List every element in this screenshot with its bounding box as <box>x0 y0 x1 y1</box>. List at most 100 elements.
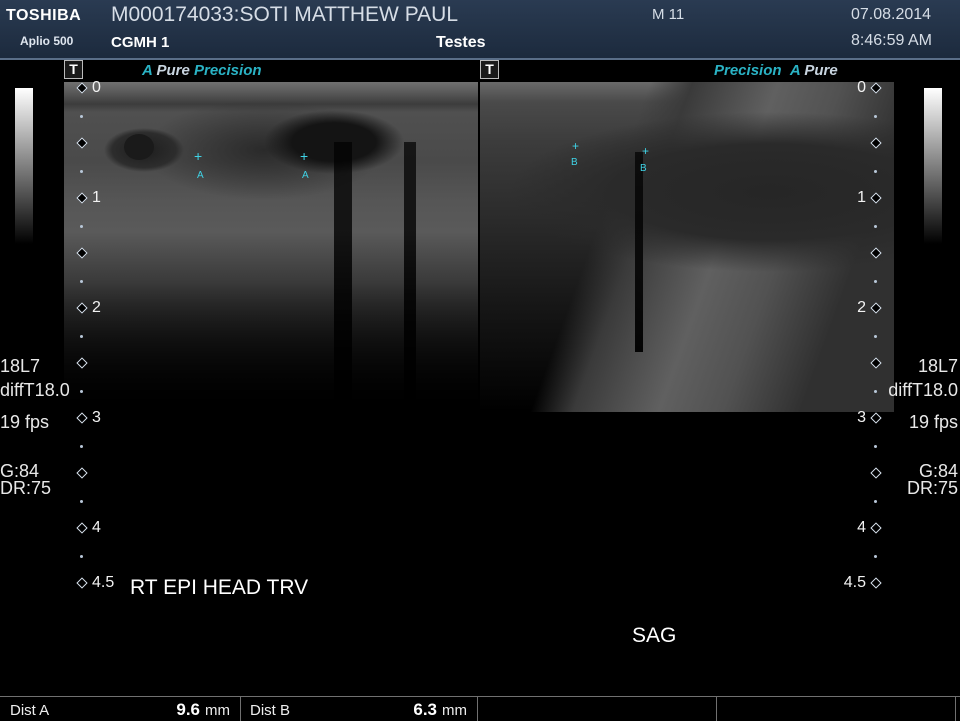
brand-logo: TOSHIBA <box>6 7 82 24</box>
right-precision-a: A <box>789 62 801 79</box>
measurement-cell: Dist A 9.6 mm <box>0 697 241 721</box>
scale-tick-minor <box>80 114 83 118</box>
scale-tick-major <box>870 137 882 149</box>
scale-tick-major <box>76 412 88 424</box>
cyst-region <box>124 134 154 160</box>
measurement-cell-empty <box>716 697 956 721</box>
right-probe-label: 18L7 <box>917 356 958 376</box>
scale-tick-major <box>76 137 88 149</box>
acoustic-shadow <box>334 142 352 412</box>
scale-tick-minor <box>80 499 83 503</box>
scale-tick-major <box>76 357 88 369</box>
scale-label: 1 <box>92 189 101 206</box>
left-precision-a: A <box>142 62 153 79</box>
scale-tick-major <box>870 247 882 259</box>
scale-tick-major <box>76 522 88 534</box>
left-precision-tag: A Pure Precision <box>142 62 262 79</box>
scale-tick-major <box>870 412 882 424</box>
scale-tick-major <box>870 302 882 314</box>
measurement-cell-empty <box>477 697 717 721</box>
caliper-a-end-label: A <box>302 170 309 181</box>
right-depth-scale: 0 1 2 3 4 4.5 <box>844 80 900 592</box>
scale-tick-major <box>870 192 882 204</box>
right-ultrasound-image <box>480 82 894 412</box>
patient-id: M000174033:SOTI MATTHEW PAUL <box>111 3 459 26</box>
caliper-b-start-label: B <box>571 157 578 168</box>
exam-date: 07.08.2014 <box>851 6 932 23</box>
right-precision-word: Precision <box>714 62 782 79</box>
measurement-value: 6.3 <box>413 700 437 719</box>
scale-tick-minor <box>874 444 877 448</box>
right-grayscale-bar <box>924 88 942 244</box>
scale-tick-minor <box>80 279 83 283</box>
scale-tick-minor <box>80 389 83 393</box>
facility-name: CGMH 1 <box>111 34 170 51</box>
caliper-b-start-icon[interactable]: + <box>572 139 579 153</box>
scale-label: 4.5 <box>843 574 866 591</box>
scale-tick-minor <box>874 389 877 393</box>
measurement-bar: Dist A 9.6 mm Dist B 6.3 mm <box>0 696 960 721</box>
left-ultrasound-image <box>64 82 478 412</box>
left-mode-label: diffT18.0 <box>0 380 70 400</box>
scale-tick-minor <box>874 334 877 338</box>
header-bar: TOSHIBA Aplio 500 M000174033:SOTI MATTHE… <box>0 0 960 60</box>
acoustic-shadow <box>635 152 643 352</box>
scale-tick-major <box>870 357 882 369</box>
right-dr-label: DR:75 <box>906 478 958 498</box>
scale-label: 3 <box>857 409 866 426</box>
scale-label: 4 <box>92 519 101 536</box>
right-precision-pure: Pure <box>804 62 838 79</box>
scale-tick-minor <box>80 334 83 338</box>
scale-label: 0 <box>857 79 866 96</box>
scale-tick-minor <box>874 554 877 558</box>
right-precision-tag: Precision A Pure <box>714 62 838 79</box>
right-fps-label: 19 fps <box>908 412 958 432</box>
left-precision-pure: Pure <box>156 62 190 79</box>
scale-tick-major <box>870 467 882 479</box>
scale-tick-minor <box>80 554 83 558</box>
scale-label: 2 <box>92 299 101 316</box>
caliper-b-end-icon[interactable]: + <box>642 144 649 158</box>
caliper-a-end-icon[interactable]: + <box>300 149 308 163</box>
measurement-label: Dist A <box>10 702 50 719</box>
scale-tick-minor <box>80 169 83 173</box>
scale-tick-minor <box>874 279 877 283</box>
exam-time: 8:46:59 AM <box>851 32 932 49</box>
scale-label: 4.5 <box>92 574 115 591</box>
device-model: Aplio 500 <box>20 34 74 48</box>
measurement-cell: Dist B 6.3 mm <box>240 697 478 721</box>
scale-label: 1 <box>857 189 866 206</box>
left-annotation: RT EPI HEAD TRV <box>130 576 309 599</box>
scale-tick-major <box>870 522 882 534</box>
study-type: Testes <box>436 34 486 51</box>
left-transducer-badge: T <box>64 60 83 79</box>
acoustic-shadow <box>404 142 416 412</box>
mechanical-index: M 11 <box>652 6 685 23</box>
scale-tick-minor <box>80 444 83 448</box>
scale-tick-major <box>76 82 88 94</box>
scale-tick-minor <box>874 224 877 228</box>
measurement-label: Dist B <box>250 702 291 719</box>
left-fps-label: 19 fps <box>0 412 50 432</box>
scale-tick-major <box>76 302 88 314</box>
right-annotation: SAG <box>632 624 677 647</box>
scale-tick-minor <box>80 224 83 228</box>
scale-tick-major <box>870 82 882 94</box>
caliper-a-start-label: A <box>197 170 204 181</box>
measurement-value: 9.6 <box>176 700 200 719</box>
caliper-a-start-icon[interactable]: + <box>194 149 202 163</box>
scale-label: 4 <box>857 519 866 536</box>
scale-tick-minor <box>874 499 877 503</box>
scale-tick-major <box>76 467 88 479</box>
scale-label: 2 <box>857 299 866 316</box>
scale-label: 3 <box>92 409 101 426</box>
scale-tick-major <box>76 247 88 259</box>
right-transducer-badge: T <box>480 60 499 79</box>
measurement-unit: mm <box>442 702 467 719</box>
left-dr-label: DR:75 <box>0 478 52 498</box>
left-precision-word: Precision <box>193 62 262 79</box>
scale-label: 0 <box>92 79 101 96</box>
scale-tick-major <box>870 577 882 589</box>
right-mode-label: diffT18.0 <box>888 380 958 400</box>
left-depth-scale: 0 1 2 3 4 4.5 <box>76 79 114 592</box>
